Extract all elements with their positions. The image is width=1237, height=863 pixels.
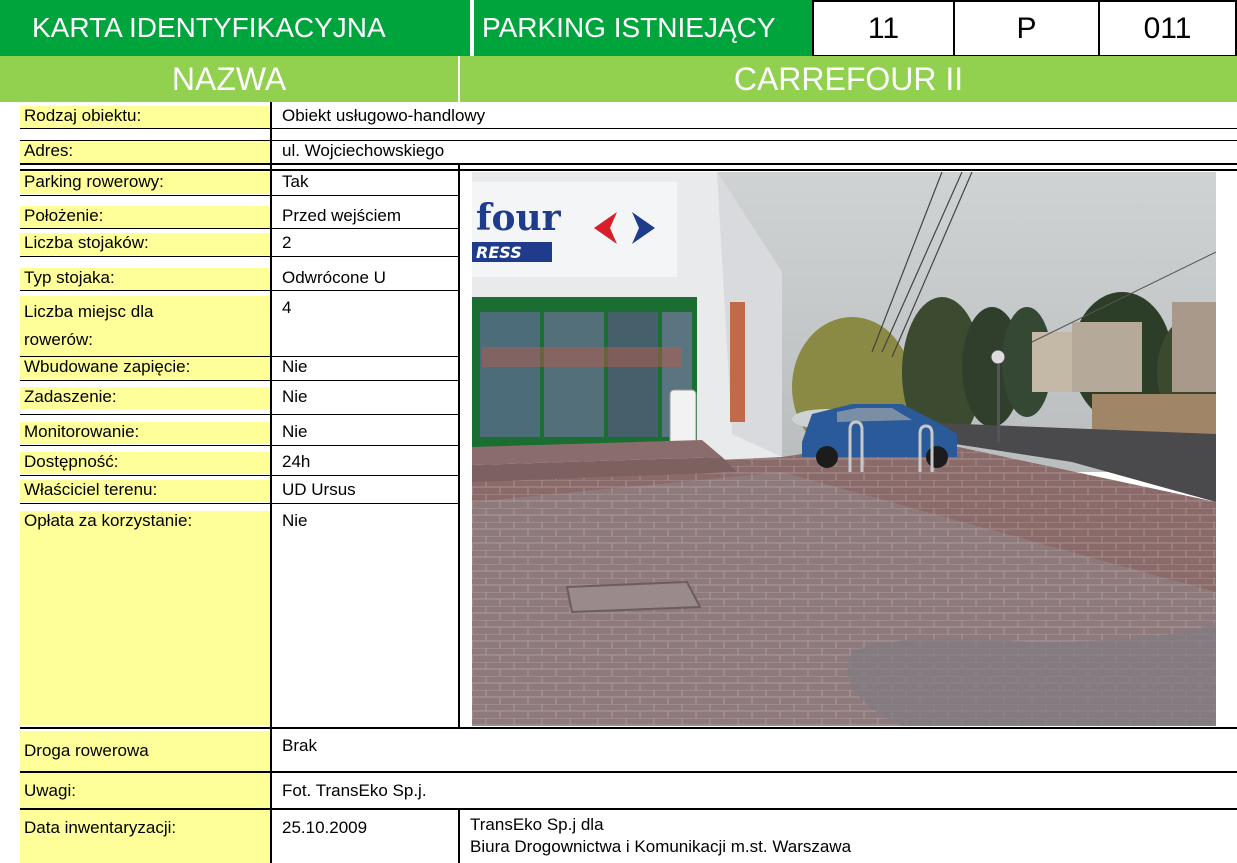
card-title: KARTA IDENTYFIKACYJNA — [0, 0, 470, 56]
address-label: Adres: — [20, 141, 272, 163]
field-label-bike-parking: Parking rowerowy: — [20, 172, 272, 194]
grid-hline — [20, 414, 458, 415]
field-value-owner: UD Ursus — [276, 480, 456, 502]
field-label-roof: Zadaszenie: — [20, 387, 272, 409]
field-label-bike-spaces: Liczba miejsc dla rowerów: — [20, 296, 272, 356]
field-label-fee: Opłata za korzystanie: — [20, 511, 272, 725]
field-label-rack-count: Liczba stojaków: — [20, 233, 272, 255]
code-number: 11 — [812, 0, 955, 57]
grid-hline — [20, 475, 458, 476]
sign-text-2: RESS — [476, 243, 522, 262]
object-type-label: Rodzaj obiektu: — [20, 106, 272, 128]
field-value-bike-spaces: 4 — [276, 296, 456, 356]
field-value-monitoring: Nie — [276, 422, 456, 444]
name-value: CARREFOUR II — [460, 56, 1237, 102]
grid-hline — [20, 128, 1237, 129]
grid-hline — [20, 169, 1237, 171]
field-value-location: Przed wejściem — [276, 206, 456, 228]
grid-hline — [20, 228, 458, 229]
bike-road-value: Brak — [276, 731, 1237, 771]
site-photo-drawing: four RESS — [472, 172, 1216, 726]
date-value: 25.10.2009 — [276, 810, 456, 863]
field-value-fee: Nie — [276, 511, 456, 725]
grid-hline — [20, 503, 458, 504]
grid-hline — [20, 380, 458, 381]
field-label-monitoring: Monitorowanie: — [20, 422, 272, 444]
field-value-roof: Nie — [276, 387, 456, 409]
address-value: ul. Wojciechowskiego — [276, 141, 1237, 163]
field-label-location: Położenie: — [20, 206, 272, 228]
grid-hline — [20, 290, 458, 291]
parking-category: PARKING ISTNIEJĄCY — [474, 0, 812, 56]
grid-hline — [20, 771, 1237, 773]
site-photo: four RESS — [472, 172, 1216, 726]
field-label-rack-type: Typ stojaka: — [20, 268, 272, 290]
parking-category-text: PARKING ISTNIEJĄCY — [482, 12, 776, 43]
code-letter: P — [953, 0, 1100, 57]
field-label-builtin-lock: Wbudowane zapięcie: — [20, 357, 272, 379]
field-value-bike-parking: Tak — [276, 172, 456, 194]
field-value-builtin-lock: Nie — [276, 357, 456, 379]
code-id: 011 — [1098, 0, 1237, 57]
grid-hline — [20, 356, 458, 357]
grid-vline-footer — [458, 808, 460, 863]
name-label: NAZWA — [0, 56, 458, 102]
field-value-rack-type: Odwrócone U — [276, 268, 456, 290]
grid-hline — [20, 256, 458, 257]
field-label-bike-spaces-text: Liczba miejsc dla rowerów: — [24, 302, 154, 349]
grid-hline — [20, 163, 1237, 165]
grid-hline — [20, 140, 1237, 141]
grid-vline-values — [458, 163, 460, 727]
field-label-availability: Dostępność: — [20, 452, 272, 474]
author-line-2: Biura Drogownictwa i Komunikacji m.st. W… — [470, 837, 852, 856]
object-type-value: Obiekt usługowo-handlowy — [276, 106, 1237, 128]
field-label-owner: Właściciel terenu: — [20, 480, 272, 502]
sign-text-1: four — [476, 197, 562, 239]
date-label: Data inwentaryzacji: — [20, 810, 272, 863]
grid-hline — [20, 808, 1237, 810]
grid-hline — [20, 445, 458, 446]
notes-label: Uwagi: — [20, 773, 272, 809]
grid-hline — [20, 195, 458, 196]
author-line-1: TransEko Sp.j dla — [470, 815, 604, 834]
grid-vline-labels — [270, 102, 272, 863]
notes-value: Fot. TransEko Sp.j. — [276, 773, 1237, 809]
field-value-rack-count: 2 — [276, 233, 456, 255]
bike-road-label: Droga rowerowa — [20, 731, 272, 771]
field-value-availability: 24h — [276, 452, 456, 474]
card-title-text: KARTA IDENTYFIKACYJNA — [32, 12, 386, 43]
grid-hline — [20, 727, 1237, 729]
author: TransEko Sp.j dla Biura Drogownictwa i K… — [464, 810, 1237, 863]
